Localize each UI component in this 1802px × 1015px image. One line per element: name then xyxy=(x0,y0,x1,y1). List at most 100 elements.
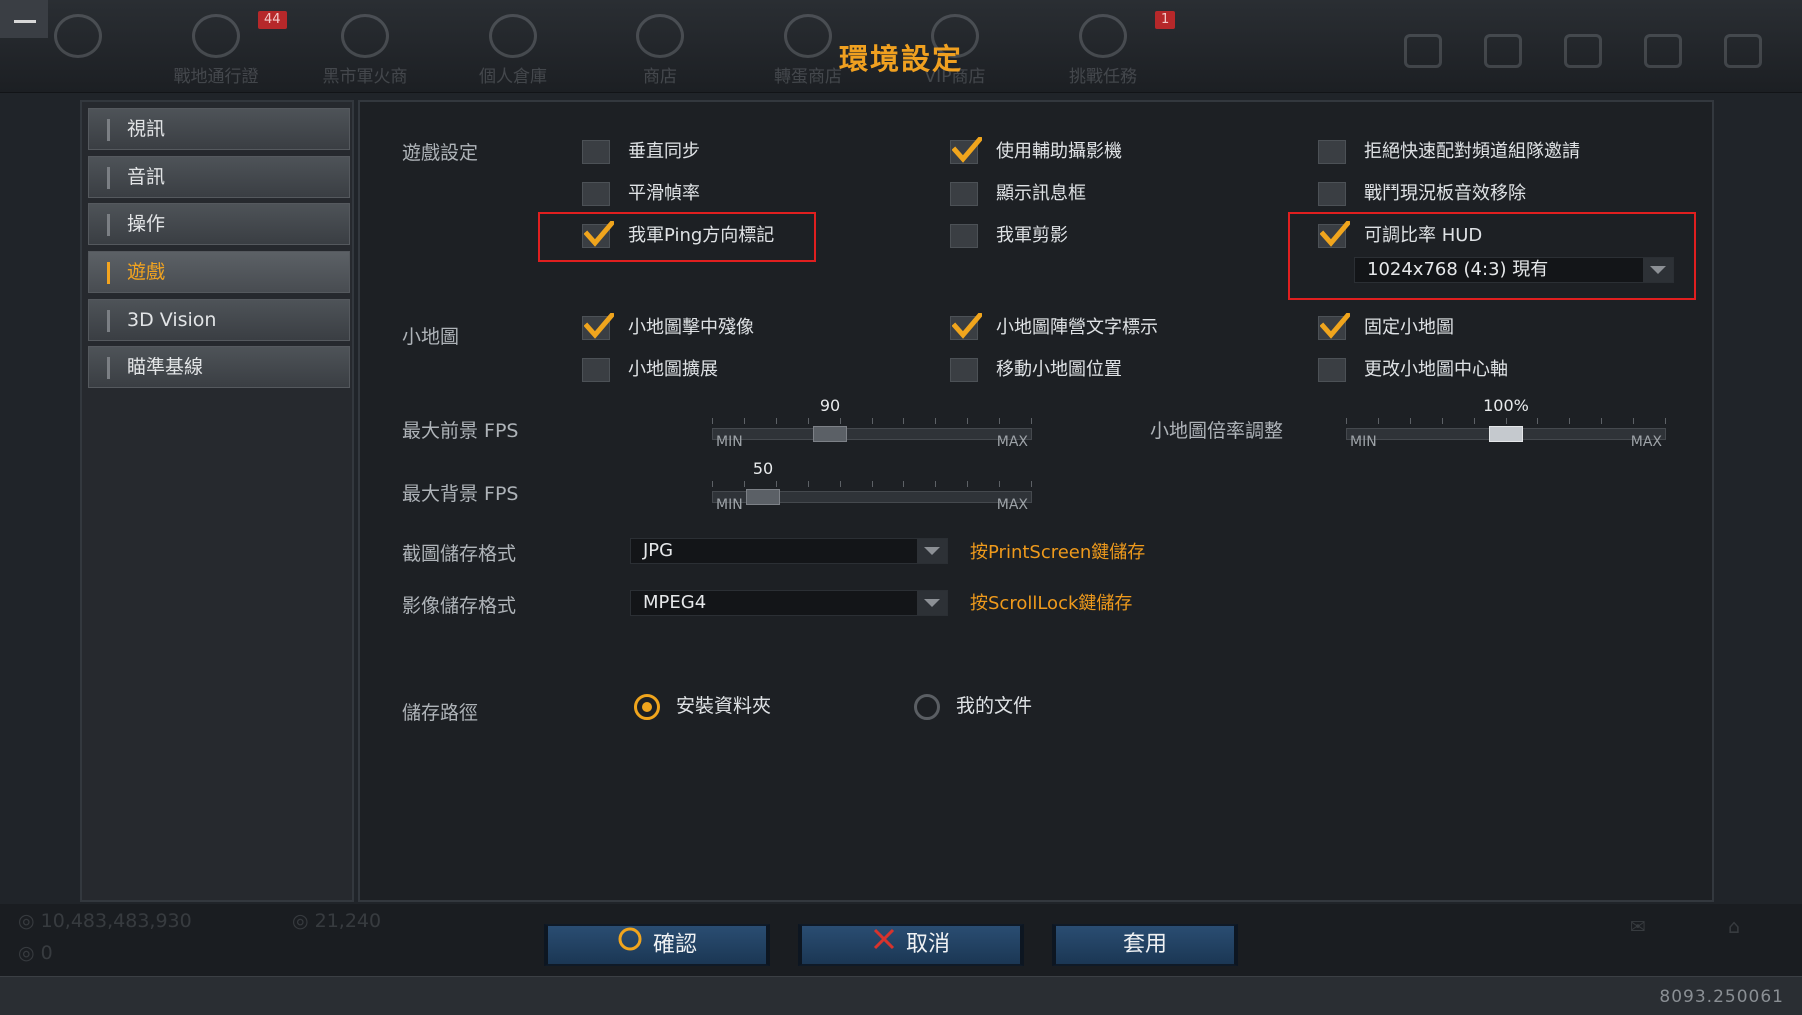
bg-fps-label: 最大背景 FPS xyxy=(402,483,519,505)
slider-tick xyxy=(1633,418,1634,424)
exit-icon[interactable] xyxy=(1724,34,1762,68)
option-label: 更改小地圖中心軸 xyxy=(1364,359,1508,380)
slider-ticks xyxy=(712,481,1032,489)
category-marker xyxy=(107,119,110,141)
minimap-label: 小地圖 xyxy=(402,326,460,348)
apply-button[interactable]: 套用 xyxy=(1052,924,1238,966)
cancel-button[interactable]: 取消 xyxy=(798,924,1024,966)
radio-label: 安裝資料夾 xyxy=(676,695,772,717)
option-label: 固定小地圖 xyxy=(1364,317,1454,338)
checkbox-box xyxy=(582,313,614,340)
chevron-down-icon xyxy=(917,539,947,563)
slider-thumb[interactable] xyxy=(746,489,780,505)
option-label: 戰鬥現況板音效移除 xyxy=(1364,183,1526,204)
video-format-dropdown[interactable]: MPEG4 xyxy=(630,590,948,616)
category-controls[interactable]: 操作 xyxy=(88,203,350,245)
option-label: 我軍剪影 xyxy=(996,225,1068,246)
slider-tick xyxy=(840,481,841,487)
checkbox-box xyxy=(582,140,610,164)
slider-value: 100% xyxy=(1483,396,1529,415)
minimap-scale-slider[interactable]: 100% MIN MAX xyxy=(1346,396,1666,450)
category-video[interactable]: 視訊 xyxy=(88,108,350,150)
slider-tick xyxy=(1378,418,1379,424)
slider-tick xyxy=(776,481,777,487)
capture-format-dropdown[interactable]: JPG xyxy=(630,538,948,564)
checkbox-box xyxy=(582,358,610,382)
option-label: 顯示訊息框 xyxy=(996,183,1086,204)
cash-value: 21,240 xyxy=(314,910,382,932)
confirm-button[interactable]: 確認 xyxy=(544,924,770,966)
option-label: 小地圖擴展 xyxy=(628,359,718,380)
slider-value: 90 xyxy=(819,396,841,415)
chevron-down-icon xyxy=(917,591,947,615)
checkbox-box xyxy=(950,137,982,164)
slider-ticks xyxy=(1346,418,1666,426)
circle-icon xyxy=(617,926,643,965)
radio-icon xyxy=(914,694,940,720)
category-game[interactable]: 遊戲 xyxy=(88,251,350,293)
slider-track xyxy=(712,428,1032,440)
bg-fps-slider[interactable]: 50 MIN MAX xyxy=(712,459,1032,513)
category-crosshair[interactable]: 瞄準基線 xyxy=(88,346,350,388)
hud-resolution-dropdown[interactable]: 1024x768 (4:3) 現有 xyxy=(1354,257,1674,283)
cash-amount: ◎ 21,240 xyxy=(292,910,381,932)
minimap-scale-label: 小地圖倍率調整 xyxy=(1150,420,1284,442)
slider-tick xyxy=(1031,418,1032,424)
checkbox-box xyxy=(1318,313,1350,340)
slider-tick xyxy=(712,481,713,487)
option-label: 平滑幀率 xyxy=(628,183,700,204)
dropdown-value: MPEG4 xyxy=(643,592,707,613)
slider-thumb[interactable] xyxy=(1489,426,1523,442)
slider-value: 50 xyxy=(752,459,774,478)
gift-icon: ⌂ xyxy=(1728,916,1741,938)
gear-icon[interactable] xyxy=(1644,34,1682,68)
fg-fps-slider[interactable]: 90 MIN MAX xyxy=(712,396,1032,450)
category-marker xyxy=(107,357,110,379)
slider-thumb[interactable] xyxy=(813,426,847,442)
slider-tick xyxy=(712,418,713,424)
category-marker xyxy=(107,214,110,236)
calendar-icon[interactable] xyxy=(1484,34,1522,68)
category-3d-vision[interactable]: 3D Vision xyxy=(88,299,350,341)
slider-tick xyxy=(808,418,809,424)
slider-tick xyxy=(840,418,841,424)
capture-format-label: 截圖儲存格式 xyxy=(402,543,517,565)
checkbox-box xyxy=(950,224,978,248)
checkbox-box xyxy=(950,313,982,340)
slider-tick xyxy=(903,418,904,424)
slider-tick xyxy=(999,481,1000,487)
notification-badge: 44 xyxy=(258,11,287,29)
category-marker xyxy=(107,310,110,332)
capture-hint: 按PrintScreen鍵儲存 xyxy=(970,542,1146,563)
slider-tick xyxy=(1665,418,1666,424)
slider-tick xyxy=(872,418,873,424)
slider-min-label: MIN xyxy=(716,497,743,513)
points-amount: ◎ 0 xyxy=(18,942,53,964)
slider-tick xyxy=(1569,418,1570,424)
slider-tick xyxy=(1537,418,1538,424)
top-bar: 戰地通行證 44 黑市軍火商 個人倉庫 商店 轉蛋商店 VIP商店 1 挑戰任務… xyxy=(0,0,1802,93)
video-hint: 按ScrollLock鍵儲存 xyxy=(970,593,1133,614)
dropdown-value: JPG xyxy=(643,540,674,561)
rank-icon[interactable] xyxy=(1564,34,1602,68)
friends-icon[interactable] xyxy=(1404,34,1442,68)
chevron-down-icon xyxy=(1643,258,1673,282)
category-audio[interactable]: 音訊 xyxy=(88,156,350,198)
points-value: 0 xyxy=(40,942,53,964)
slider-min-label: MIN xyxy=(716,434,743,450)
slider-tick xyxy=(935,481,936,487)
mail-icon: ✉ xyxy=(1630,916,1646,938)
category-label: 瞄準基線 xyxy=(127,356,204,378)
slider-tick xyxy=(1410,418,1411,424)
gold-icon: ◎ xyxy=(18,910,41,932)
points-icon: ◎ xyxy=(18,942,41,964)
option-label: 垂直同步 xyxy=(628,141,700,162)
checkbox-box xyxy=(950,358,978,382)
slider-tick xyxy=(1474,418,1475,424)
slider-min-label: MIN xyxy=(1350,434,1377,450)
slider-tick xyxy=(744,481,745,487)
confirm-label: 確認 xyxy=(652,932,697,958)
settings-panel: 遊戲設定 垂直同步 使用輔助攝影機 拒絕快速配對頻道組隊邀請 平滑幀率 顯示訊息… xyxy=(358,100,1714,902)
option-label: 使用輔助攝影機 xyxy=(996,141,1122,162)
option-label: 拒絕快速配對頻道組隊邀請 xyxy=(1364,141,1580,162)
